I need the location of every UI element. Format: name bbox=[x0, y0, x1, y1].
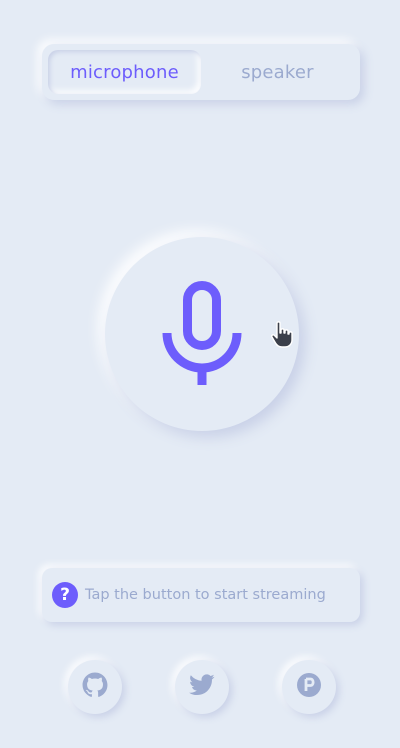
hint-bar: ? Tap the button to start streaming bbox=[42, 568, 360, 622]
paypal-button[interactable] bbox=[282, 660, 336, 714]
hand-cursor-icon bbox=[270, 321, 296, 353]
github-button[interactable] bbox=[68, 660, 122, 714]
tab-microphone[interactable]: microphone bbox=[48, 50, 201, 94]
app-root: microphone speaker ? Tap the button to s… bbox=[0, 0, 400, 748]
microphone-icon bbox=[162, 281, 242, 387]
tab-speaker[interactable]: speaker bbox=[201, 50, 354, 94]
twitter-button[interactable] bbox=[175, 660, 229, 714]
source-toggle: microphone speaker bbox=[42, 44, 360, 100]
question-icon[interactable]: ? bbox=[52, 582, 78, 608]
twitter-icon bbox=[189, 674, 215, 700]
paypal-icon bbox=[296, 672, 322, 702]
github-icon bbox=[82, 672, 108, 702]
hint-text: Tap the button to start streaming bbox=[85, 587, 326, 603]
